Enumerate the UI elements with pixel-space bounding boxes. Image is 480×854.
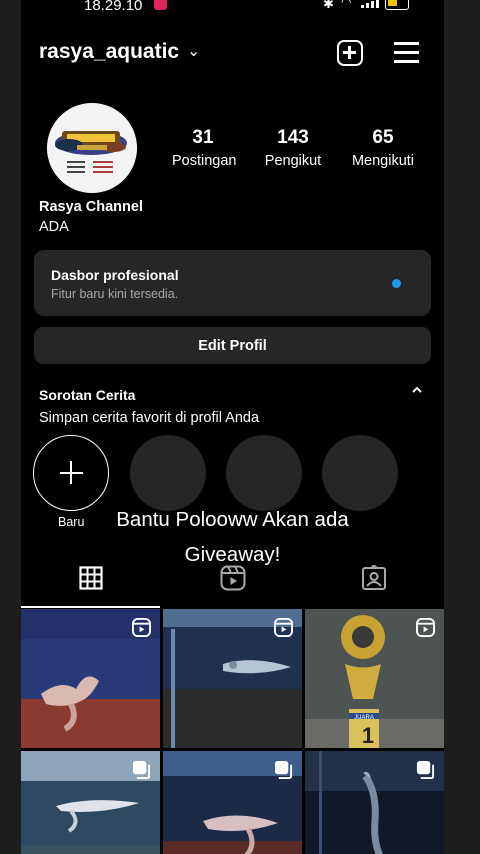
screen-record-icon: [154, 0, 167, 10]
profile-bio: ADA: [39, 219, 69, 235]
carousel-badge-icon: [274, 760, 293, 779]
bluetooth-icon: ✱: [323, 0, 334, 11]
post-thumbnail[interactable]: [163, 751, 302, 854]
stat-followers[interactable]: 143 Pengikut: [262, 127, 324, 169]
tab-tagged[interactable]: [303, 560, 444, 608]
battery-icon: [385, 0, 409, 10]
reel-badge-icon: [274, 618, 293, 637]
profile-tabs: [21, 560, 444, 608]
svg-text:1: 1: [362, 723, 374, 748]
username-switcher[interactable]: rasya_aquatic: [39, 40, 179, 64]
dashboard-subtitle: Fitur baru kini tersedia.: [51, 287, 179, 301]
professional-dashboard-card[interactable]: Dasbor profesional Fitur baru kini terse…: [34, 250, 431, 316]
post-thumbnail[interactable]: [21, 609, 160, 748]
status-time: 18.29.10: [84, 0, 143, 14]
stat-followers-value: 143: [277, 127, 309, 148]
left-backdrop: [0, 0, 21, 854]
post-thumbnail[interactable]: [305, 751, 444, 854]
new-feature-dot: [392, 279, 401, 288]
carousel-badge-icon: [132, 760, 151, 779]
phone-screen: 18.29.10 ✱ ◠ rasya_aquatic ⌄ 31 Postinga…: [21, 0, 444, 854]
reels-icon: [220, 565, 246, 591]
create-post-button[interactable]: [337, 40, 363, 66]
highlight-placeholder: [226, 435, 302, 511]
highlight-placeholder: [322, 435, 398, 511]
highlight-placeholder: [130, 435, 206, 511]
right-backdrop: [444, 0, 480, 854]
dashboard-title: Dasbor profesional: [51, 267, 179, 283]
stat-followers-label: Pengikut: [264, 153, 322, 169]
reel-badge-icon: [416, 618, 435, 637]
post-thumbnail[interactable]: [21, 751, 160, 854]
stat-posts-value: 31: [192, 127, 214, 148]
carousel-badge-icon: [416, 760, 435, 779]
avatar[interactable]: [47, 103, 137, 193]
trophy-label: JUARA: [354, 715, 374, 721]
stat-following-label: Mengikuti: [351, 153, 415, 169]
profile-name: Rasya Channel: [39, 199, 143, 215]
caption-line-1: Bantu Polooww Akan ada: [116, 508, 349, 531]
stat-following[interactable]: 65 Mengikuti: [346, 127, 420, 169]
chevron-down-icon[interactable]: ⌄: [187, 41, 200, 61]
stat-following-value: 65: [372, 127, 394, 148]
tagged-icon: [362, 565, 386, 590]
status-bar: 18.29.10 ✱ ◠: [21, 0, 444, 16]
reel-badge-icon: [132, 618, 151, 637]
tab-reels[interactable]: [162, 560, 303, 608]
chevron-up-icon[interactable]: [412, 385, 422, 395]
highlights-title: Sorotan Cerita: [39, 387, 136, 403]
signal-icon: [361, 0, 379, 8]
stat-posts[interactable]: 31 Postingan: [172, 127, 237, 169]
grid-icon: [79, 566, 103, 590]
stat-posts-label: Postingan: [172, 153, 237, 169]
edit-profile-button[interactable]: Edit Profil: [34, 327, 431, 364]
new-highlight-button[interactable]: [33, 435, 109, 511]
post-thumbnail[interactable]: JUARA 1: [305, 609, 444, 748]
wifi-icon: ◠: [341, 0, 352, 9]
profile-header: rasya_aquatic ⌄: [21, 36, 444, 72]
post-thumbnail[interactable]: [163, 609, 302, 748]
channel-logo: [47, 103, 137, 193]
menu-button[interactable]: [394, 41, 419, 63]
tab-grid[interactable]: [21, 560, 162, 608]
highlights-subtitle: Simpan cerita favorit di profil Anda: [39, 410, 260, 426]
